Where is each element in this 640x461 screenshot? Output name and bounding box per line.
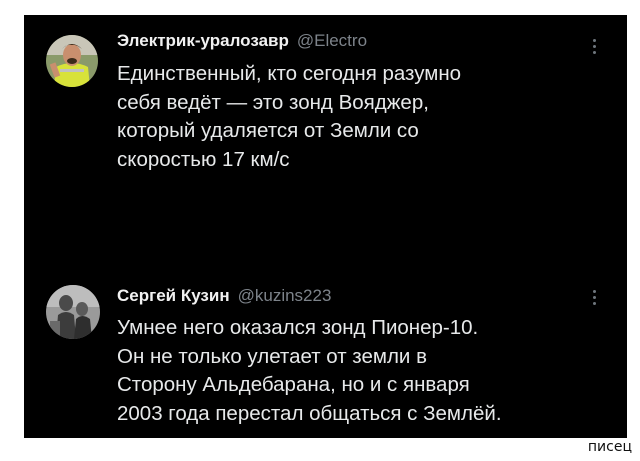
tweet-1[interactable]: Электрик-уралозавр @Electro Единственный,… xyxy=(24,15,627,240)
user-display-name[interactable]: Электрик-уралозавр xyxy=(117,31,289,50)
tweet-text-line: скоростью 17 км/с xyxy=(117,147,290,171)
user-avatar-electro[interactable] xyxy=(46,35,98,87)
tweet-text-line: себя ведёт — это зонд Вояджер, xyxy=(117,90,429,114)
tweet-text: Умнее него оказался зонд Пионер-10. Он н… xyxy=(117,314,612,428)
user-handle[interactable]: @kuzins223 xyxy=(238,286,332,305)
tweet-text-line: 2003 года перестал общаться с Землёй. xyxy=(117,401,502,425)
tweet-header: Электрик-уралозавр @Electro xyxy=(117,31,367,51)
user-handle[interactable]: @Electro xyxy=(297,31,367,50)
tweet-screenshot: Электрик-уралозавр @Electro Единственный,… xyxy=(24,15,627,438)
tweet-text-line: который удаляется от Земли со xyxy=(117,119,419,142)
user-avatar-kuzin[interactable] xyxy=(46,285,100,339)
tweet-text: Единственный, кто сегодня разумно себя в… xyxy=(117,60,612,174)
tweet-text-line: Он не только улетает от земли в xyxy=(117,344,427,368)
site-watermark: писец xyxy=(587,439,632,455)
more-options-icon[interactable] xyxy=(593,290,597,305)
tweet-header: Сергей Кузин @kuzins223 xyxy=(117,286,331,306)
tweet-text-line: Единственный, кто сегодня разумно xyxy=(117,62,462,85)
tweet-2[interactable]: Сергей Кузин @kuzins223 Умнее него оказал… xyxy=(24,260,627,438)
tweet-text-line: Умнее него оказался зонд Пионер-10. xyxy=(117,316,479,339)
more-options-icon[interactable] xyxy=(593,39,597,54)
tweet-text-line: Сторону Альдебарана, но и с января xyxy=(117,373,470,396)
user-display-name[interactable]: Сергей Кузин xyxy=(117,286,230,305)
